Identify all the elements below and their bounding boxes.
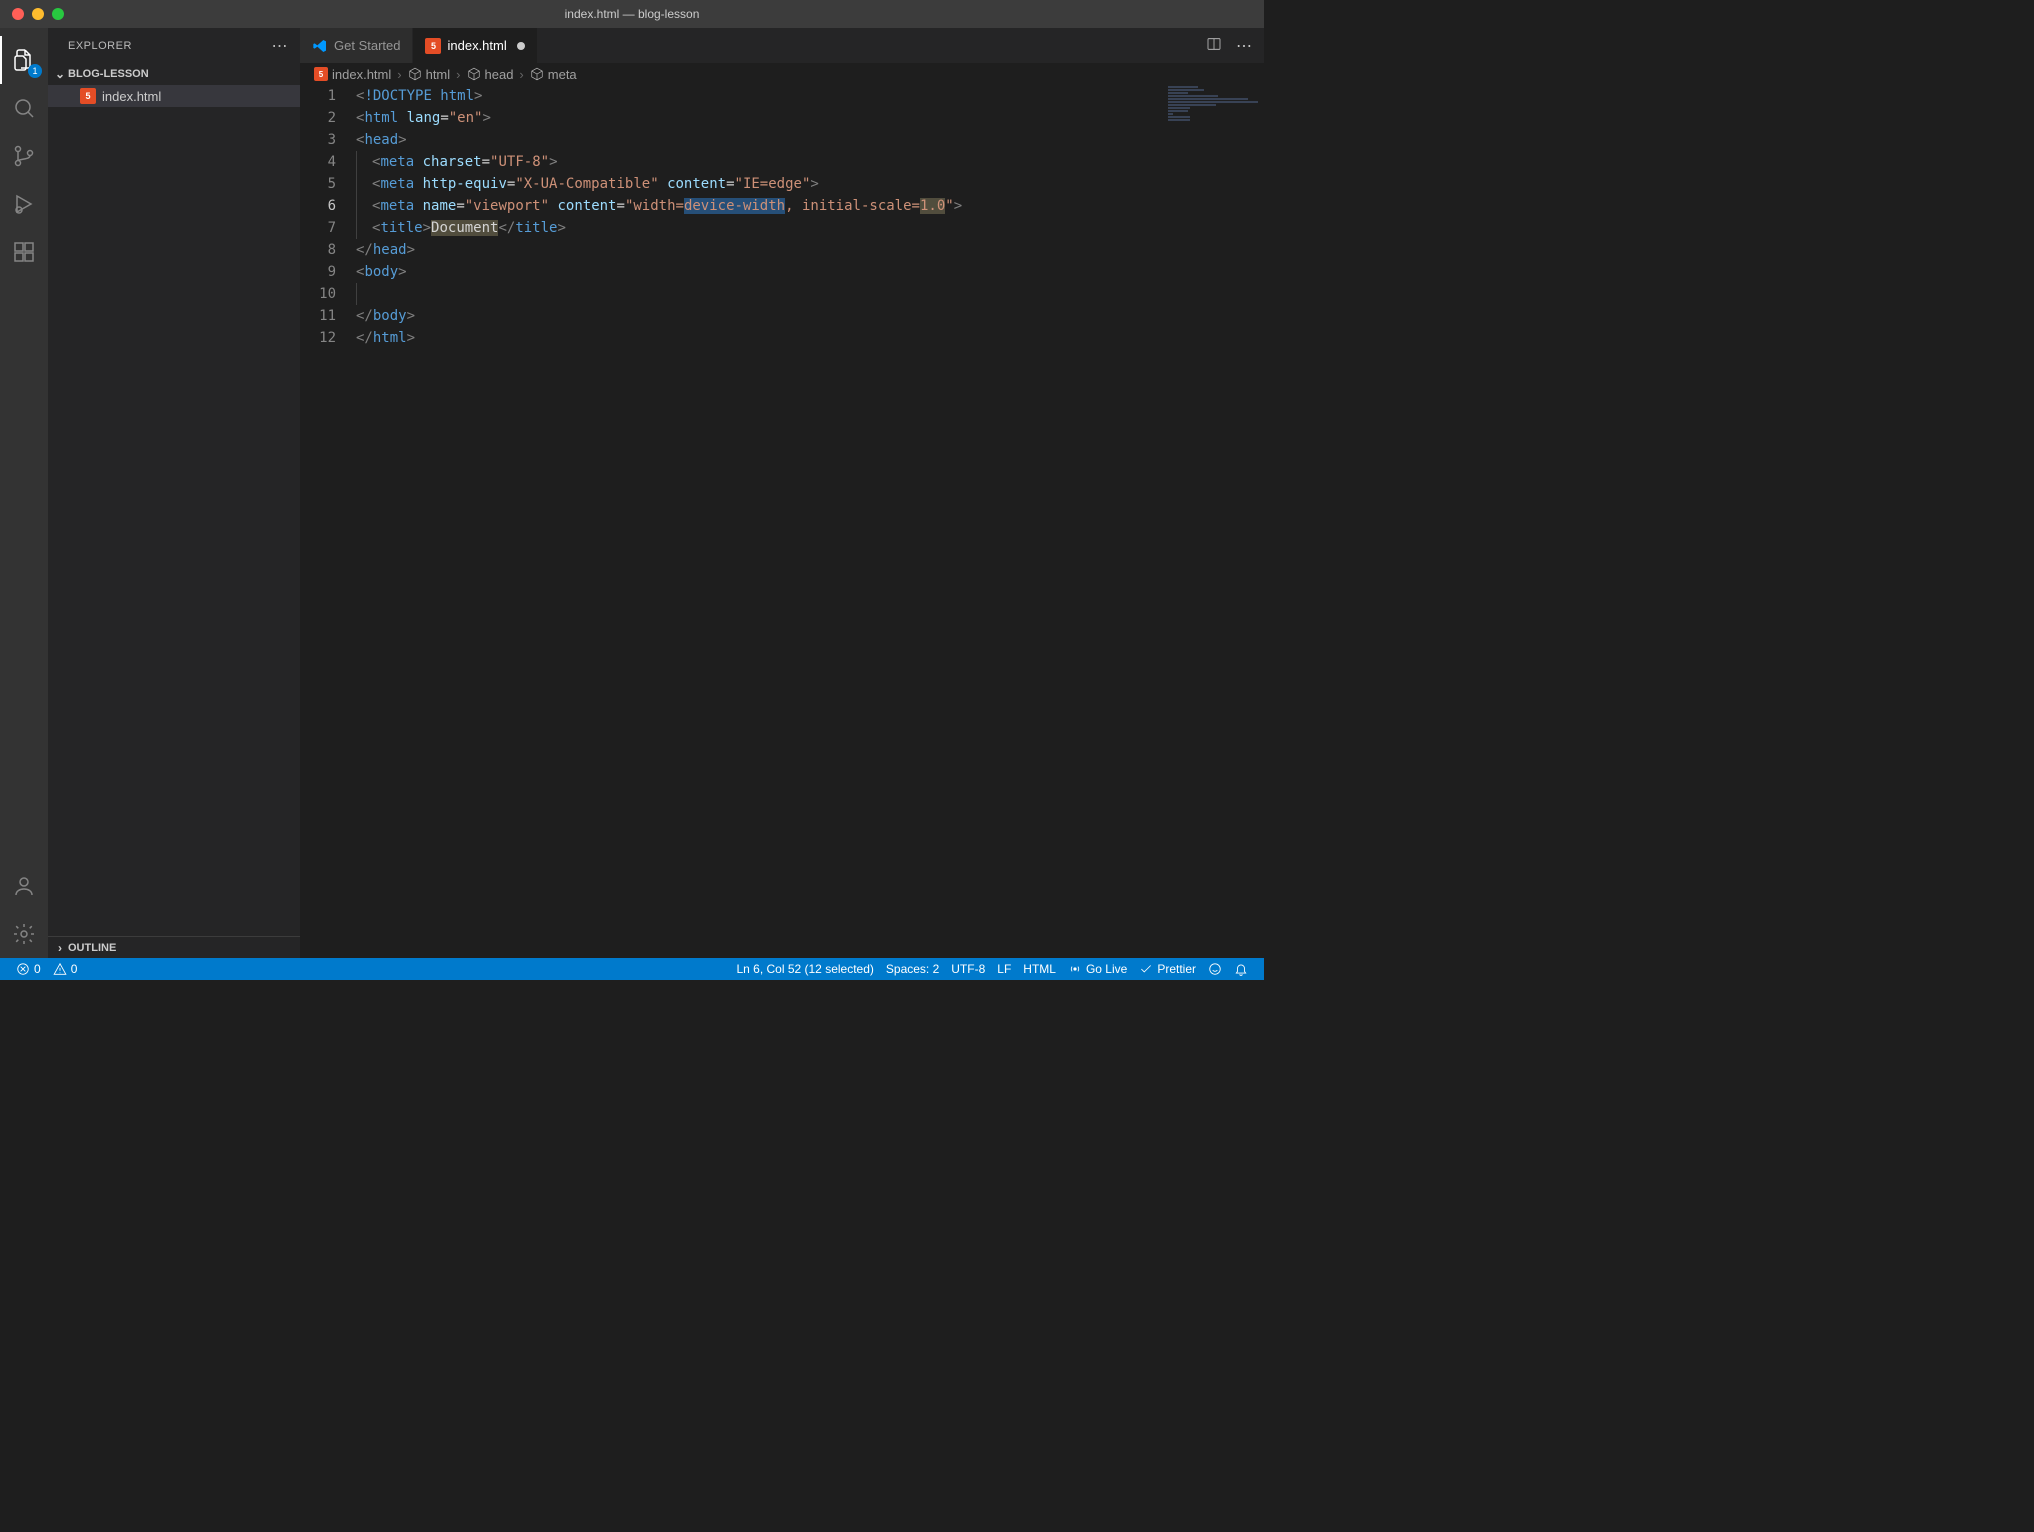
window-controls bbox=[0, 8, 64, 20]
editor-area: Get Started 5 index.html ⋯ 5 index.html … bbox=[300, 28, 1264, 958]
tab-bar: Get Started 5 index.html ⋯ bbox=[300, 28, 1264, 63]
warning-count: 0 bbox=[71, 962, 78, 976]
outline-title: OUTLINE bbox=[68, 942, 116, 954]
error-icon bbox=[16, 962, 30, 976]
bell-icon bbox=[1234, 962, 1248, 976]
play-bug-icon bbox=[12, 192, 36, 216]
extensions-icon bbox=[12, 240, 36, 264]
status-feedback[interactable] bbox=[1202, 958, 1228, 980]
status-indent[interactable]: Spaces: 2 bbox=[880, 958, 945, 980]
html5-icon: 5 bbox=[80, 88, 96, 104]
folder-name: BLOG-LESSON bbox=[68, 68, 149, 80]
symbol-icon bbox=[530, 67, 544, 81]
status-encoding[interactable]: UTF-8 bbox=[945, 958, 991, 980]
activity-run-debug[interactable] bbox=[0, 180, 48, 228]
breadcrumb-item[interactable]: html bbox=[426, 67, 451, 82]
breadcrumb[interactable]: 5 index.html › html › head › meta bbox=[300, 63, 1264, 85]
search-icon bbox=[12, 96, 36, 120]
line-number-gutter: 123456789101112 bbox=[300, 85, 356, 958]
chevron-right-icon: › bbox=[395, 67, 403, 82]
explorer-sidebar: EXPLORER ⋯ ⌄ BLOG-LESSON 5 index.html › … bbox=[48, 28, 300, 958]
breadcrumb-item[interactable]: head bbox=[485, 67, 514, 82]
split-icon bbox=[1206, 36, 1222, 52]
activity-source-control[interactable] bbox=[0, 132, 48, 180]
explorer-header: EXPLORER ⋯ bbox=[48, 28, 300, 63]
breadcrumb-item[interactable]: meta bbox=[548, 67, 577, 82]
status-eol[interactable]: LF bbox=[991, 958, 1017, 980]
tab-get-started[interactable]: Get Started bbox=[300, 28, 413, 63]
broadcast-icon bbox=[1068, 962, 1082, 976]
titlebar: index.html — blog-lesson bbox=[0, 0, 1264, 28]
minimap[interactable] bbox=[1164, 85, 1264, 185]
code-content[interactable]: <!DOCTYPE html><html lang="en"><head><me… bbox=[356, 85, 1264, 958]
file-tree: 5 index.html bbox=[48, 85, 300, 936]
status-notifications[interactable] bbox=[1228, 958, 1254, 980]
warning-icon bbox=[53, 962, 67, 976]
activity-explorer[interactable]: 1 bbox=[0, 36, 48, 84]
explorer-title: EXPLORER bbox=[68, 40, 132, 52]
activity-bar: 1 bbox=[0, 28, 48, 958]
tab-label: Get Started bbox=[334, 38, 400, 53]
split-editor-button[interactable] bbox=[1206, 36, 1222, 55]
chevron-right-icon: › bbox=[517, 67, 525, 82]
minimize-button[interactable] bbox=[32, 8, 44, 20]
symbol-icon bbox=[467, 67, 481, 81]
status-cursor[interactable]: Ln 6, Col 52 (12 selected) bbox=[730, 958, 879, 980]
check-icon bbox=[1139, 962, 1153, 976]
error-count: 0 bbox=[34, 962, 41, 976]
status-golive[interactable]: Go Live bbox=[1062, 958, 1133, 980]
window-title: index.html — blog-lesson bbox=[565, 7, 700, 21]
editor-more-button[interactable]: ⋯ bbox=[1236, 36, 1252, 56]
maximize-button[interactable] bbox=[52, 8, 64, 20]
html5-icon: 5 bbox=[425, 38, 441, 54]
tab-label: index.html bbox=[447, 38, 506, 53]
vscode-icon bbox=[312, 38, 328, 54]
chevron-down-icon: ⌄ bbox=[52, 67, 68, 81]
activity-accounts[interactable] bbox=[0, 862, 48, 910]
chevron-right-icon: › bbox=[454, 67, 462, 82]
status-bar: 0 0 Ln 6, Col 52 (12 selected) Spaces: 2… bbox=[0, 958, 1264, 980]
branch-icon bbox=[12, 144, 36, 168]
status-warnings[interactable]: 0 bbox=[47, 958, 84, 980]
account-icon bbox=[12, 874, 36, 898]
gear-icon bbox=[12, 922, 36, 946]
code-editor[interactable]: 123456789101112 <!DOCTYPE html><html lan… bbox=[300, 85, 1264, 958]
explorer-more-button[interactable]: ⋯ bbox=[272, 36, 289, 56]
outline-header[interactable]: › OUTLINE bbox=[48, 936, 300, 958]
file-name: index.html bbox=[102, 89, 161, 104]
close-button[interactable] bbox=[12, 8, 24, 20]
breadcrumb-file[interactable]: index.html bbox=[332, 67, 391, 82]
status-prettier[interactable]: Prettier bbox=[1133, 958, 1202, 980]
status-language[interactable]: HTML bbox=[1017, 958, 1062, 980]
activity-extensions[interactable] bbox=[0, 228, 48, 276]
symbol-icon bbox=[408, 67, 422, 81]
tab-index-html[interactable]: 5 index.html bbox=[413, 28, 537, 63]
activity-search[interactable] bbox=[0, 84, 48, 132]
html5-icon: 5 bbox=[314, 67, 328, 81]
chevron-right-icon: › bbox=[52, 941, 68, 955]
folder-header[interactable]: ⌄ BLOG-LESSON bbox=[48, 63, 300, 85]
feedback-icon bbox=[1208, 962, 1222, 976]
explorer-badge: 1 bbox=[28, 64, 42, 78]
file-item-index-html[interactable]: 5 index.html bbox=[48, 85, 300, 107]
status-errors[interactable]: 0 bbox=[10, 958, 47, 980]
activity-settings[interactable] bbox=[0, 910, 48, 958]
dirty-indicator-icon bbox=[517, 42, 525, 50]
